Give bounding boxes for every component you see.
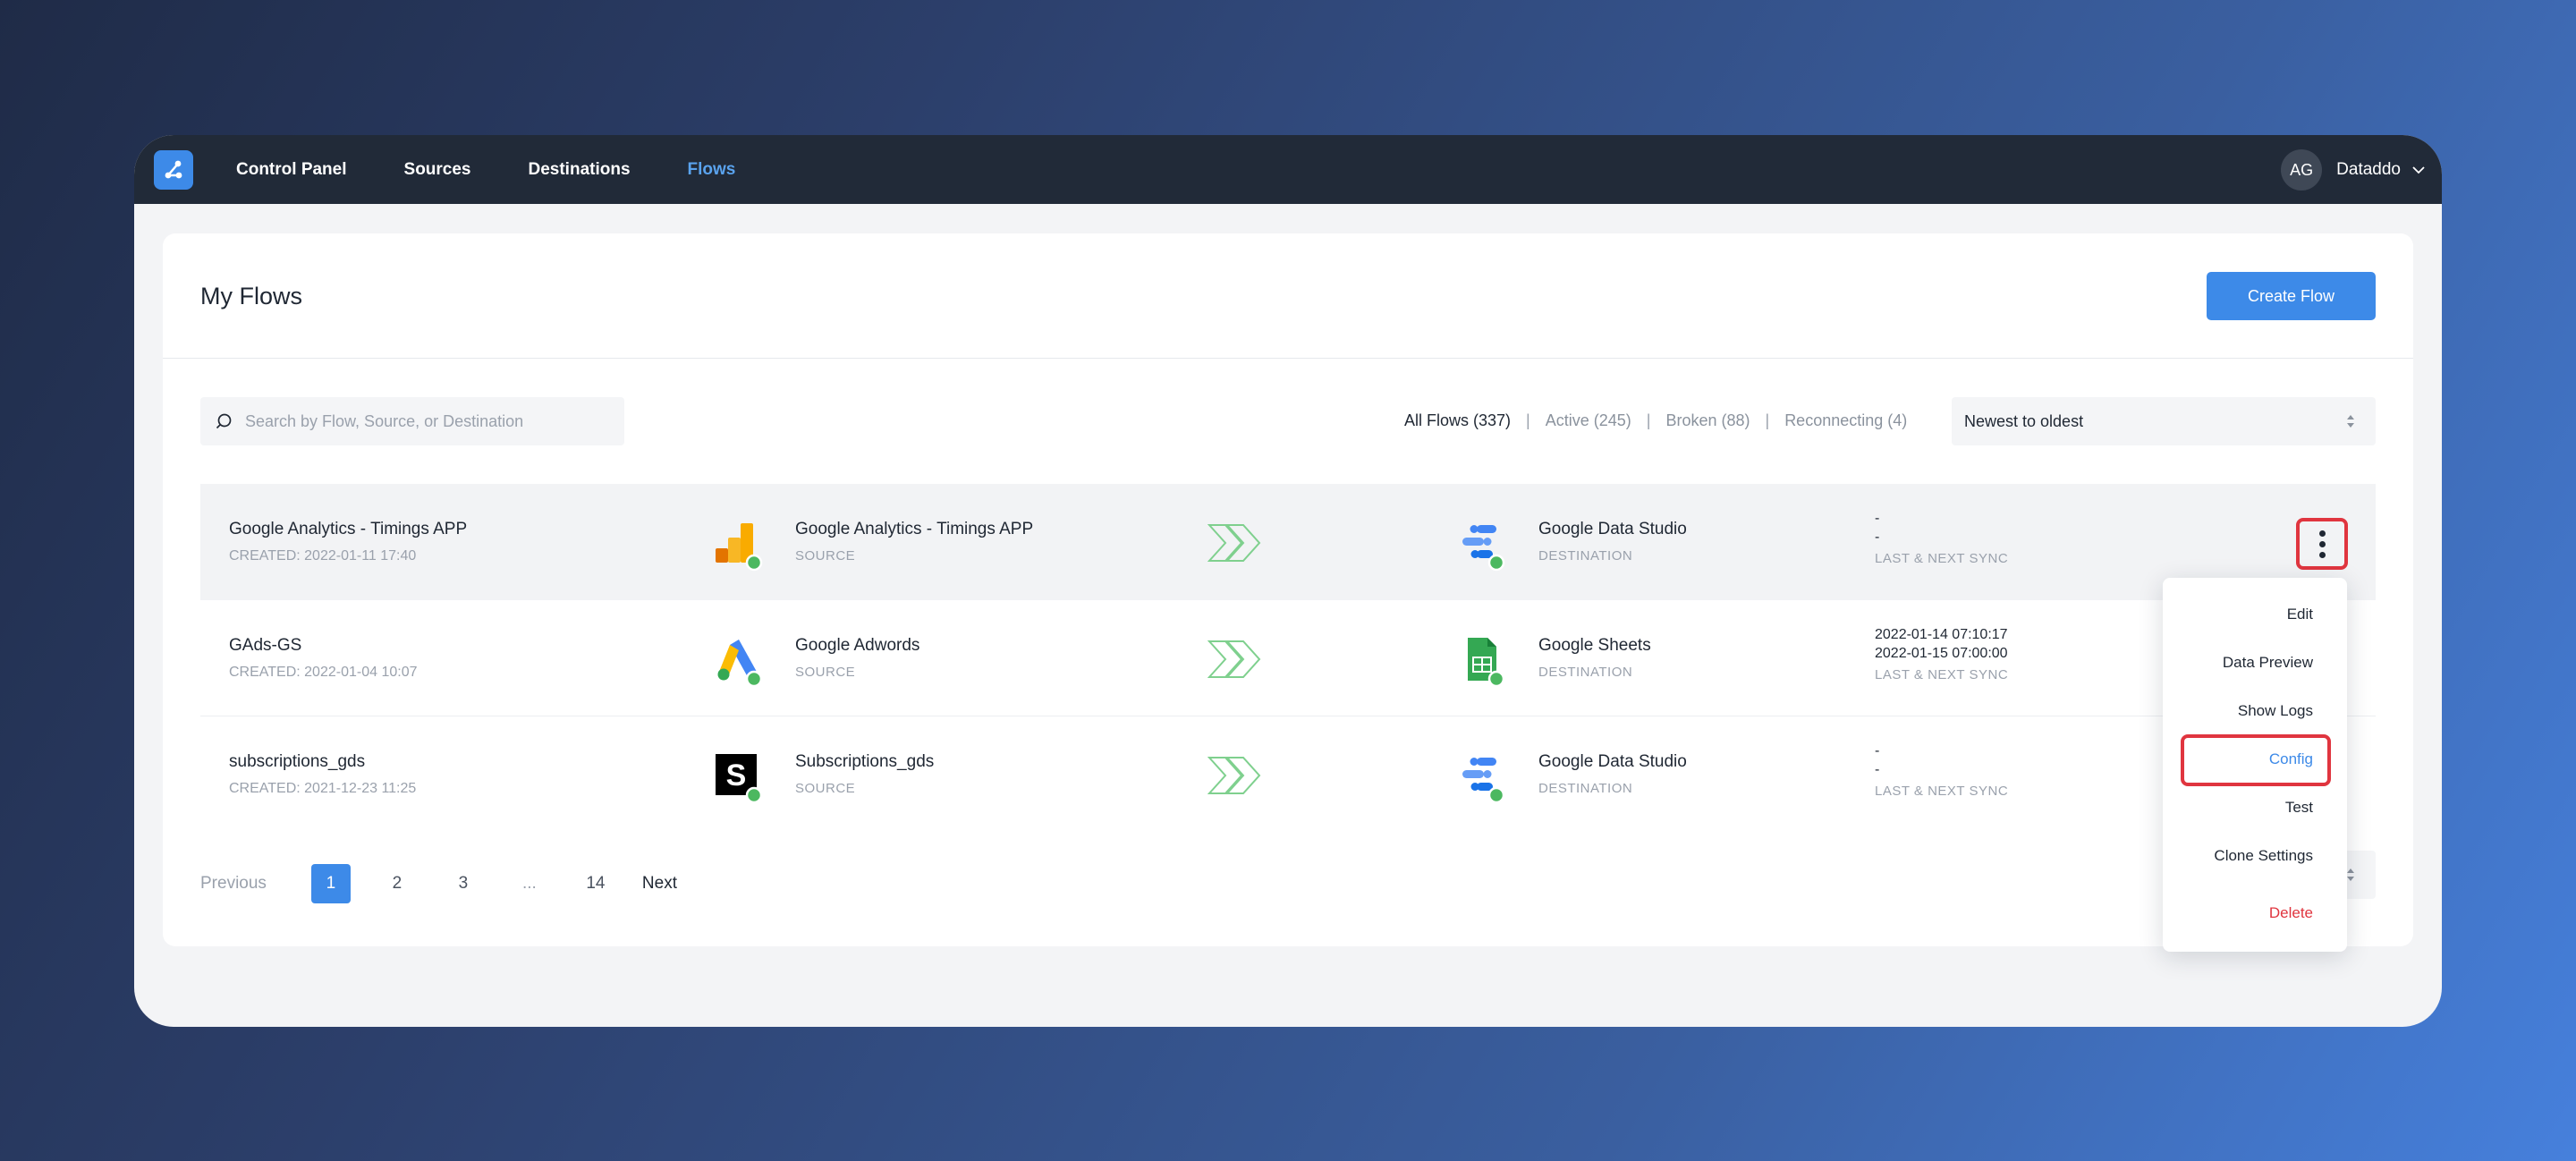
table-row[interactable]: GAds-GS CREATED: 2022-01-04 10:07 Google… xyxy=(200,600,2376,716)
status-filters: All Flows (337) | Active (245) | Broken … xyxy=(1404,411,1907,430)
kebab-dot xyxy=(2318,530,2326,537)
filter-separator: | xyxy=(1765,411,1770,429)
filter-separator: | xyxy=(1526,411,1530,429)
pagination-previous[interactable]: Previous xyxy=(200,874,267,894)
destination-name: Google Data Studio xyxy=(1538,752,1687,771)
flows-table: Google Analytics - Timings APP CREATED: … xyxy=(200,484,2376,833)
filter-broken[interactable]: Broken (88) xyxy=(1665,411,1750,430)
sort-select[interactable]: Newest to oldest xyxy=(1952,397,2376,445)
filter-reconnecting[interactable]: Reconnecting (4) xyxy=(1784,411,1907,430)
flow-created: CREATED: 2022-01-04 10:07 xyxy=(229,665,418,680)
nav-control-panel[interactable]: Control Panel xyxy=(236,160,347,180)
menu-item-show-logs[interactable]: Show Logs xyxy=(2238,702,2313,720)
sync-label: LAST & NEXT SYNC xyxy=(1875,784,2009,799)
pagination: Previous 1 2 3 ... 14 Next xyxy=(200,864,722,903)
row-actions-menu: Edit Data Preview Show Logs Config Test … xyxy=(2163,578,2347,952)
kebab-dot xyxy=(2318,540,2326,547)
search-box[interactable] xyxy=(200,397,624,445)
logo-icon xyxy=(165,160,182,178)
table-row[interactable]: Google Analytics - Timings APP CREATED: … xyxy=(200,484,2376,600)
dataddo-logo[interactable] xyxy=(154,149,193,190)
search-icon xyxy=(216,413,232,429)
sort-arrows-icon xyxy=(2347,415,2354,428)
page-1[interactable]: 1 xyxy=(310,864,351,903)
flow-arrows-icon xyxy=(1208,757,1261,794)
source-name: Google Analytics - Timings APP xyxy=(795,520,1034,538)
flow-arrows-icon xyxy=(1208,640,1261,678)
app-window: Control Panel Sources Destinations Flows… xyxy=(134,135,2442,1027)
search-input[interactable] xyxy=(245,411,603,431)
next-sync: 2022-01-15 07:00:00 xyxy=(1875,646,2008,661)
source-label: SOURCE xyxy=(795,665,856,680)
flow-name[interactable]: Google Analytics - Timings APP xyxy=(229,520,467,539)
google-data-studio-icon xyxy=(1462,525,1505,572)
row-actions-button[interactable] xyxy=(2296,518,2348,570)
sync-label: LAST & NEXT SYNC xyxy=(1875,551,2009,566)
last-sync: 2022-01-14 07:10:17 xyxy=(1875,627,2008,642)
flow-name[interactable]: GAds-GS xyxy=(229,636,301,656)
flows-card: My Flows Create Flow All Flows (337) | A… xyxy=(163,233,2413,946)
sort-selected-value: Newest to oldest xyxy=(1964,411,2084,430)
last-sync: - xyxy=(1875,511,1880,526)
next-sync: - xyxy=(1875,762,1880,777)
filter-separator: | xyxy=(1646,411,1651,429)
filter-active[interactable]: Active (245) xyxy=(1546,411,1631,430)
sync-label: LAST & NEXT SYNC xyxy=(1875,667,2009,682)
menu-item-data-preview[interactable]: Data Preview xyxy=(2223,654,2313,672)
next-sync: - xyxy=(1875,530,1880,545)
google-adwords-icon xyxy=(717,640,763,688)
menu-item-delete[interactable]: Delete xyxy=(2269,904,2313,922)
menu-item-test[interactable]: Test xyxy=(2285,799,2313,817)
top-navbar: Control Panel Sources Destinations Flows… xyxy=(134,135,2442,204)
google-data-studio-icon xyxy=(1462,758,1505,804)
menu-item-config[interactable]: Config xyxy=(2269,750,2313,768)
google-sheets-icon xyxy=(1468,638,1505,688)
kebab-dot xyxy=(2318,551,2326,558)
source-name: Subscriptions_gds xyxy=(795,752,935,771)
avatar[interactable]: AG xyxy=(2281,149,2323,191)
nav-flows[interactable]: Flows xyxy=(688,160,736,180)
destination-name: Google Data Studio xyxy=(1538,520,1687,538)
nav-destinations[interactable]: Destinations xyxy=(529,160,631,180)
source-label: SOURCE xyxy=(795,781,856,796)
table-row[interactable]: subscriptions_gds CREATED: 2021-12-23 11… xyxy=(200,716,2376,833)
toolbar: All Flows (337) | Active (245) | Broken … xyxy=(163,359,2413,484)
svg-text:S: S xyxy=(726,758,747,792)
page-ellipsis: ... xyxy=(522,874,537,893)
flow-created: CREATED: 2021-12-23 11:25 xyxy=(229,781,417,796)
source-name: Google Adwords xyxy=(795,636,920,655)
destination-label: DESTINATION xyxy=(1538,781,1633,796)
create-flow-button[interactable]: Create Flow xyxy=(2207,272,2376,320)
destination-name: Google Sheets xyxy=(1538,636,1651,655)
chevron-down-icon[interactable] xyxy=(2411,165,2426,174)
filter-all-flows[interactable]: All Flows (337) xyxy=(1404,411,1511,430)
account-menu[interactable]: AG Dataddo xyxy=(2281,149,2426,191)
flow-arrows-icon xyxy=(1208,524,1261,562)
page-3[interactable]: 3 xyxy=(444,864,483,903)
card-header: My Flows Create Flow xyxy=(163,233,2413,359)
pagination-next[interactable]: Next xyxy=(642,874,677,894)
flow-created: CREATED: 2022-01-11 17:40 xyxy=(229,548,417,564)
destination-label: DESTINATION xyxy=(1538,665,1633,680)
menu-item-edit[interactable]: Edit xyxy=(2287,606,2313,623)
page-14[interactable]: 14 xyxy=(576,864,615,903)
source-label: SOURCE xyxy=(795,548,856,564)
page-title: My Flows xyxy=(200,283,302,309)
last-sync: - xyxy=(1875,743,1880,758)
page-2[interactable]: 2 xyxy=(377,864,417,903)
nav-sources[interactable]: Sources xyxy=(404,160,471,180)
destination-label: DESTINATION xyxy=(1538,548,1633,564)
subscriptions-s-icon: S xyxy=(716,754,763,804)
menu-item-clone-settings[interactable]: Clone Settings xyxy=(2214,847,2313,865)
google-analytics-icon xyxy=(716,523,763,572)
flow-name[interactable]: subscriptions_gds xyxy=(229,752,365,772)
account-name[interactable]: Dataddo xyxy=(2336,160,2401,180)
